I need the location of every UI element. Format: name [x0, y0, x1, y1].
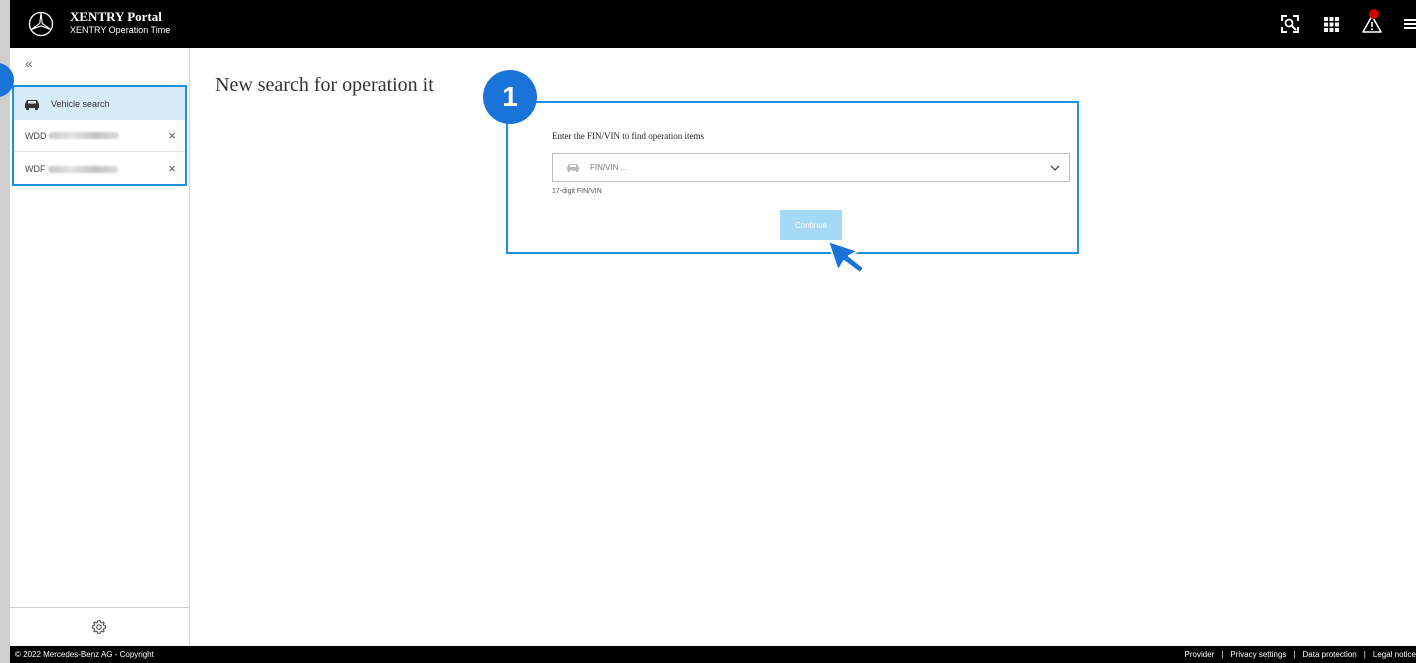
sidebar-item-label: Vehicle search [51, 98, 110, 109]
alert-badge [1369, 9, 1379, 19]
vin-redacted [48, 132, 119, 139]
app-brand: XENTRY Portal XENTRY Operation Time [70, 9, 170, 36]
car-icon [567, 164, 579, 172]
gear-icon[interactable] [91, 619, 107, 635]
vin-input[interactable]: FIN/VIN ... [552, 153, 1070, 182]
vin-field-label: Enter the FIN/VIN to find operation item… [552, 131, 704, 141]
vehicle-list-highlight: Vehicle search WDD × WDF × [12, 85, 187, 186]
vin-placeholder: FIN/VIN ... [590, 163, 628, 172]
chevron-down-icon[interactable] [1049, 163, 1061, 173]
footer-separator: | [1293, 650, 1296, 659]
step-callout-badge: 1 [483, 70, 537, 124]
header-icons [1260, 9, 1416, 35]
footer-separator: | [1363, 650, 1366, 659]
sidebar-item-vehicle-2[interactable]: WDF × [14, 153, 185, 185]
menu-icon[interactable] [1402, 13, 1416, 35]
copyright-text: © 2022 Mercedes-Benz AG - Copyright [15, 650, 154, 659]
vin-label: WDF [25, 164, 46, 174]
footer-link-privacy-settings[interactable]: Privacy settings [1230, 650, 1286, 659]
top-header: XENTRY Portal XENTRY Operation Time [10, 0, 1416, 48]
close-icon[interactable]: × [168, 129, 176, 142]
page-title: New search for operation it [215, 74, 434, 96]
footer: © 2022 Mercedes-Benz AG - Copyright Prov… [10, 646, 1416, 663]
footer-link-data-protection[interactable]: Data protection [1303, 650, 1357, 659]
footer-links: Provider | Privacy settings | Data protectio… [1185, 650, 1416, 659]
sidebar-item-vehicle-1[interactable]: WDD × [14, 120, 185, 152]
vin-scan-icon[interactable] [1279, 13, 1301, 35]
footer-link-provider[interactable]: Provider [1185, 650, 1215, 659]
app-title: XENTRY Portal [70, 9, 162, 24]
sidebar-divider [10, 607, 189, 608]
footer-separator: | [1221, 650, 1224, 659]
vin-label: WDD [25, 130, 47, 141]
collapse-sidebar-button[interactable]: « [25, 56, 33, 70]
sidebar-item-vehicle-search[interactable]: Vehicle search [14, 87, 185, 120]
close-icon[interactable]: × [168, 162, 176, 175]
pointer-cursor-icon [827, 240, 865, 274]
app-subtitle: XENTRY Operation Time [70, 25, 171, 35]
continue-button[interactable]: Continue [780, 210, 842, 240]
apps-grid-icon[interactable] [1320, 13, 1342, 35]
vin-hint: 17-digit FIN/VIN [552, 188, 602, 195]
car-icon [25, 99, 39, 110]
vin-redacted [47, 165, 118, 173]
search-card: Enter the FIN/VIN to find operation item… [506, 101, 1079, 274]
mercedes-star-logo-icon [28, 11, 54, 37]
footer-link-legal-notice[interactable]: Legal notice [1373, 650, 1416, 659]
sidebar: « Vehicle search WDD × WDF × [10, 48, 190, 646]
warning-icon[interactable] [1361, 9, 1383, 35]
left-edge-strip [0, 0, 10, 663]
